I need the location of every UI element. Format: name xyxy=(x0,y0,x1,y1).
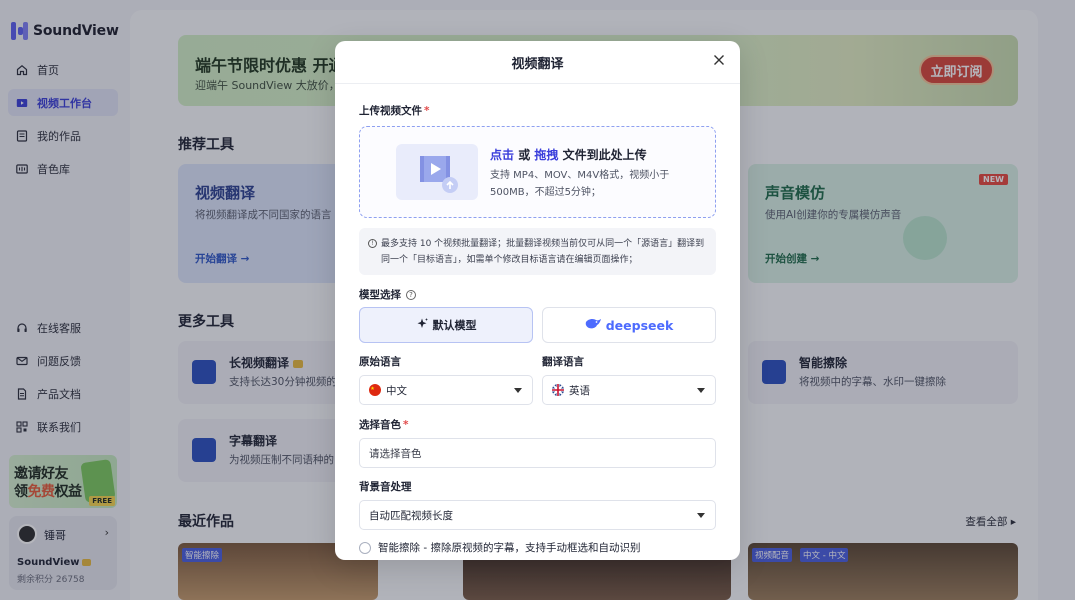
bgm-label: 背景音处理 xyxy=(359,481,412,493)
info-icon: ! xyxy=(368,239,377,248)
chevron-down-icon xyxy=(697,388,705,393)
divider xyxy=(335,83,740,84)
sparkle-icon xyxy=(416,317,429,333)
upload-title: 点击 或 拖拽 文件到此处上传 xyxy=(490,148,647,162)
target-language-label: 翻译语言 xyxy=(542,356,584,368)
china-flag-icon xyxy=(369,384,381,396)
model-deepseek-button[interactable]: deepseek xyxy=(542,307,716,343)
model-label: 模型选择? xyxy=(359,287,416,302)
dialog-title: 视频翻译 xyxy=(511,57,564,72)
help-icon[interactable]: ? xyxy=(406,290,416,300)
erase-option-label: 智能擦除 - 擦除原视频的字幕，支持手动框选和自动识别 xyxy=(378,542,641,554)
source-language-select[interactable]: 中文 xyxy=(359,375,533,405)
click-upload-link[interactable]: 点击 xyxy=(490,148,514,162)
upload-dropzone[interactable]: 点击 或 拖拽 文件到此处上传 支持 MP4、MOV、M4V格式，视频小于500… xyxy=(359,126,716,218)
target-language-select[interactable]: 英语 xyxy=(542,375,716,405)
chevron-down-icon xyxy=(697,513,705,518)
app-root: SoundView 首页 视频工作台 我的作品 音色库 在线客服 问题反馈 产品… xyxy=(0,0,1075,600)
chevron-down-icon xyxy=(514,388,522,393)
upload-label: 上传视频文件 * xyxy=(359,105,430,117)
source-language-label: 原始语言 xyxy=(359,356,401,368)
drag-upload-link[interactable]: 拖拽 xyxy=(534,148,558,162)
uk-flag-icon xyxy=(552,384,564,396)
deepseek-logo-icon xyxy=(585,317,603,333)
voice-label: 选择音色 * xyxy=(359,419,409,431)
video-translate-dialog: 视频翻译 上传视频文件 * 点击 或 拖拽 文件到此处上传 支持 MP4、MOV、… xyxy=(335,41,740,560)
voice-select-input[interactable]: 请选择音色 xyxy=(359,438,716,468)
upload-description: 支持 MP4、MOV、M4V格式，视频小于500MB，不超过5分钟； xyxy=(490,170,670,198)
erase-radio[interactable] xyxy=(359,541,371,554)
close-icon[interactable] xyxy=(712,52,726,66)
batch-notice: ! 最多支持 10 个视频批量翻译；批量翻译视频当前仅可从同一个「源语言」翻译到… xyxy=(359,228,716,275)
bgm-select[interactable]: 自动匹配视频长度 xyxy=(359,500,716,530)
video-upload-icon xyxy=(396,144,478,200)
smart-erase-option[interactable]: 智能擦除 - 擦除原视频的字幕，支持手动框选和自动识别 xyxy=(359,540,640,555)
model-default-button[interactable]: 默认模型 xyxy=(359,307,533,343)
